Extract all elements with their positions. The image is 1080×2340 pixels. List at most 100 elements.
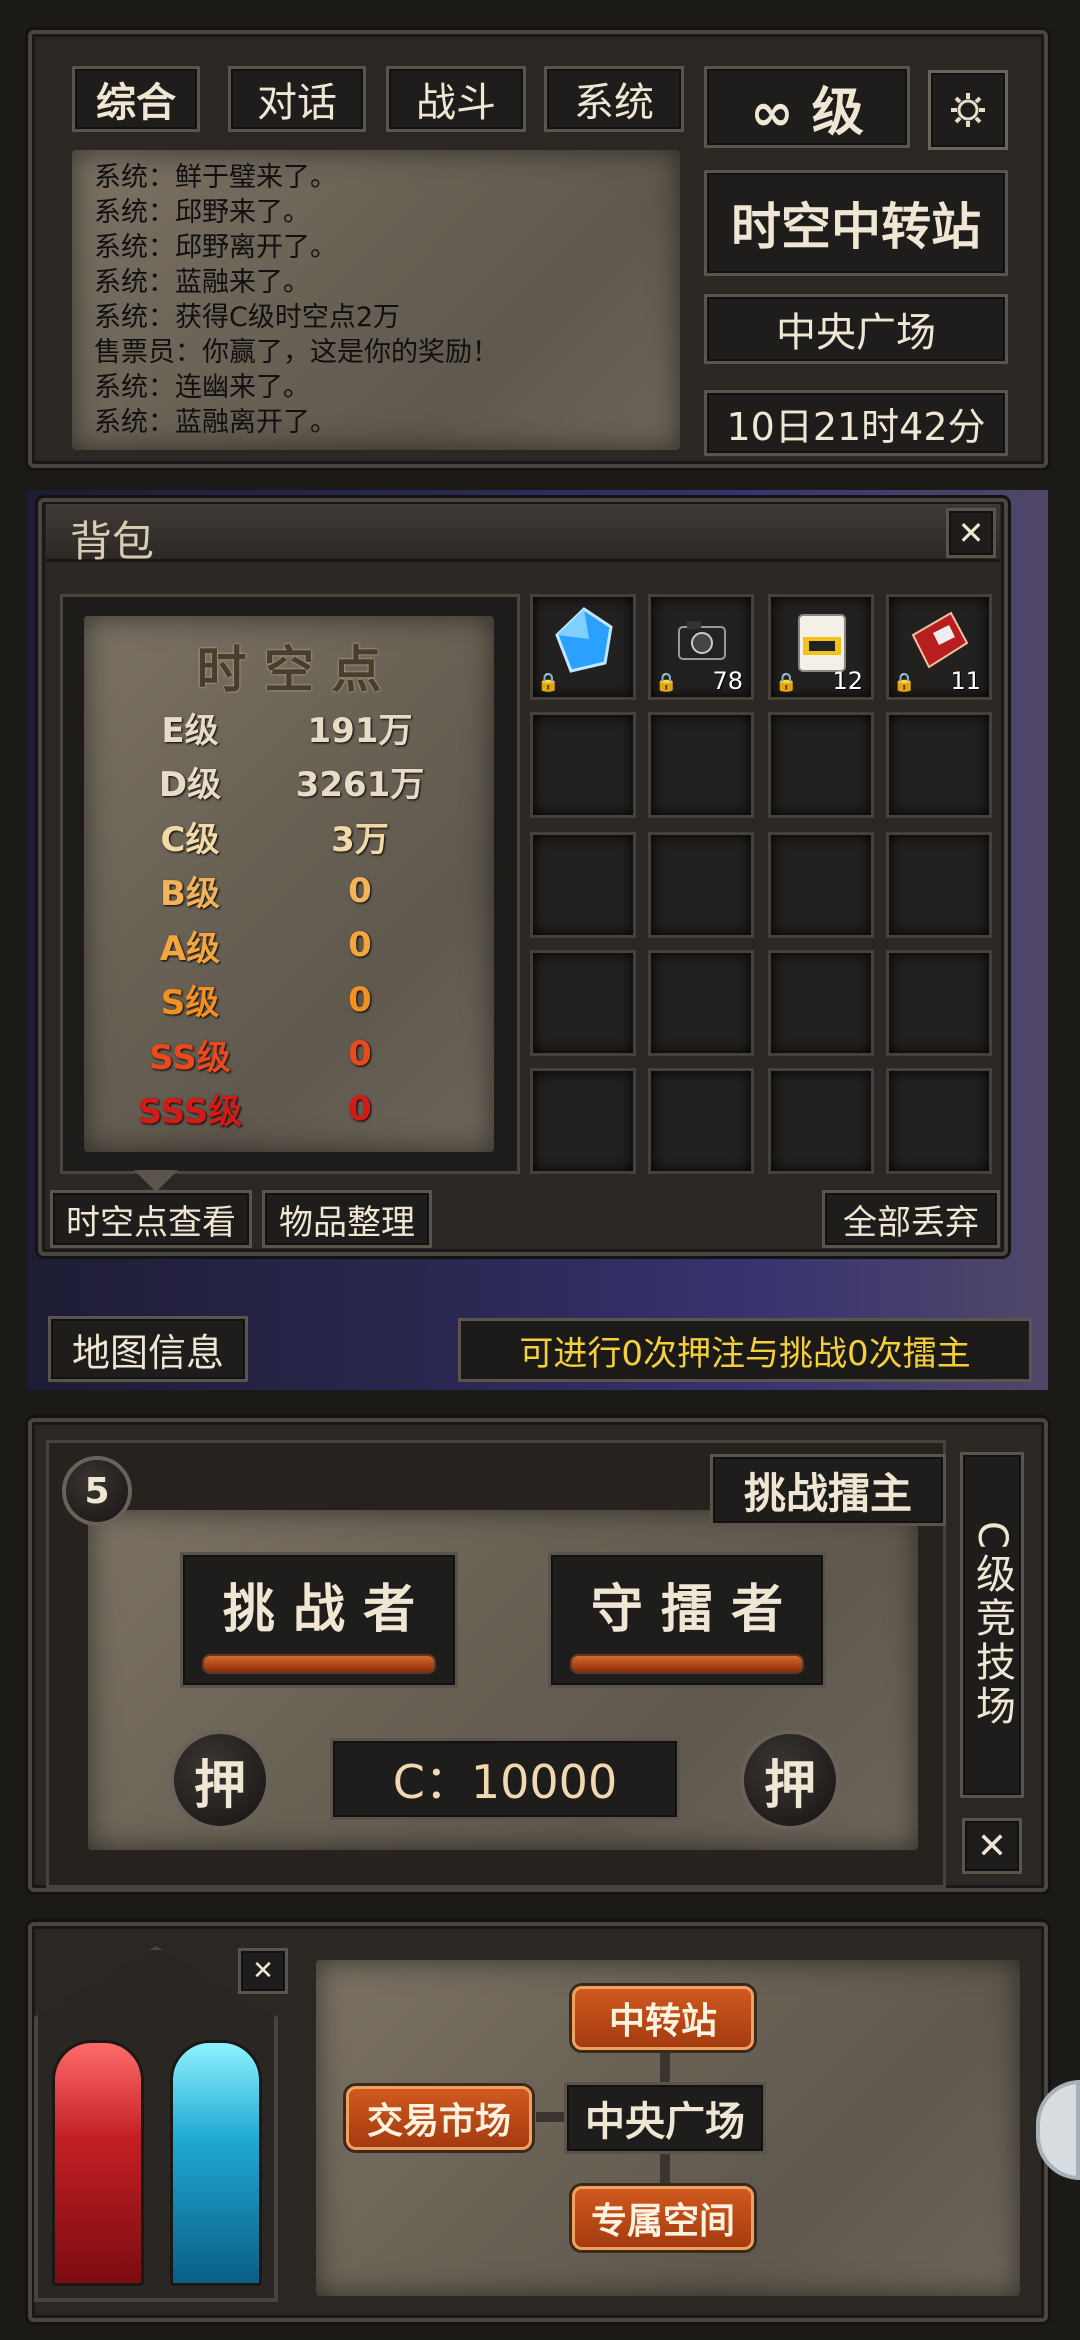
discard-all-button[interactable]: 全部丢弃 — [822, 1190, 1000, 1248]
blue-crystal-icon — [549, 605, 619, 679]
points-grade: S级 — [160, 983, 220, 1024]
points-row: D级 3261万 — [110, 755, 470, 810]
points-row: C级 3万 — [110, 809, 470, 864]
points-value: 191万 — [307, 710, 413, 751]
inventory-slot[interactable] — [530, 950, 636, 1056]
chat-line: 售票员：你赢了，这是你的奖励！ — [94, 337, 499, 368]
arena-notice: 可进行0次押注与挑战0次擂主 — [458, 1318, 1032, 1382]
chat-line: 系统：鲜于璧来了。 — [94, 162, 337, 193]
close-icon: ✕ — [976, 1825, 1008, 1867]
item-quantity: 78 — [712, 667, 743, 695]
central-plaza-button[interactable]: 中央广场 — [564, 2082, 766, 2154]
inventory-slot[interactable]: 🔒 78 — [648, 594, 754, 700]
points-row: SSS级 0 — [110, 1082, 470, 1137]
chevron-down-icon — [134, 1170, 178, 1192]
lock-icon: 🔒 — [655, 672, 678, 693]
defender-label: 守 擂 者 — [590, 1579, 784, 1640]
tab-system[interactable]: 系统 — [544, 66, 684, 132]
trade-market-button[interactable]: 交易市场 — [346, 2086, 532, 2150]
area-name: 中央广场 — [704, 294, 1008, 364]
points-value: 0 — [348, 870, 372, 911]
points-grade: SSS级 — [137, 1092, 243, 1133]
inventory-slot[interactable] — [648, 712, 754, 818]
game-time: 10日21时42分 — [704, 390, 1008, 456]
close-icon: ✕ — [957, 514, 985, 552]
inventory-slot[interactable] — [768, 832, 874, 938]
lock-icon: 🔒 — [893, 672, 916, 693]
chat-line: 系统：蓝融来了。 — [94, 267, 310, 298]
inventory-slot[interactable] — [886, 712, 992, 818]
lock-icon: 🔒 — [775, 672, 798, 693]
sort-items-button[interactable]: 物品整理 — [262, 1190, 432, 1248]
inventory-slot[interactable] — [530, 1068, 636, 1174]
inventory-slot[interactable] — [768, 712, 874, 818]
bag-header — [46, 504, 1000, 562]
inventory-slot[interactable] — [768, 1068, 874, 1174]
view-points-button[interactable]: 时空点查看 — [50, 1190, 252, 1248]
inventory-slot[interactable] — [886, 832, 992, 938]
inventory-slot[interactable] — [886, 950, 992, 1056]
challenger-bar — [202, 1653, 436, 1674]
points-grade: A级 — [159, 928, 221, 969]
inventory-slot[interactable] — [768, 950, 874, 1056]
nav-connector-h — [536, 2112, 566, 2122]
tab-battle[interactable]: 战斗 — [386, 66, 526, 132]
points-row: S级 0 — [110, 973, 470, 1028]
chat-line: 系统：蓝融离开了。 — [94, 407, 337, 438]
hp-gauge — [52, 2040, 144, 2286]
bag-close-button[interactable]: ✕ — [946, 508, 996, 558]
inventory-slot[interactable]: 🔒 — [530, 594, 636, 700]
challenger-slot[interactable]: 挑 战 者 — [180, 1552, 458, 1688]
chat-line: 系统：邱野离开了。 — [94, 232, 337, 263]
lock-icon: 🔒 — [537, 672, 560, 693]
inventory-slot[interactable] — [886, 1068, 992, 1174]
points-value: 0 — [348, 1088, 372, 1129]
inventory-slot[interactable] — [648, 950, 754, 1056]
defender-slot[interactable]: 守 擂 者 — [548, 1552, 826, 1688]
points-value: 3261万 — [295, 765, 425, 806]
private-space-button[interactable]: 专属空间 — [572, 2186, 754, 2250]
tab-all[interactable]: 综合 — [72, 66, 200, 132]
level-display: ∞ 级 — [704, 66, 910, 148]
gauge-close-button[interactable]: ✕ — [238, 1948, 288, 1994]
chat-log[interactable]: 系统：鲜于璧来了。 系统：邱野来了。 系统：邱野离开了。 系统：蓝融来了。 系统… — [72, 150, 680, 450]
round-badge: 5 — [62, 1456, 132, 1526]
chat-line: 系统：连幽来了。 — [94, 372, 310, 403]
close-icon: ✕ — [252, 1956, 274, 1986]
points-value: 0 — [348, 979, 372, 1020]
points-title: 时 空 点 — [196, 641, 382, 699]
inventory-slot[interactable]: 🔒 11 — [886, 594, 992, 700]
bet-challenger-button[interactable]: 押 — [170, 1730, 270, 1830]
inventory-slot[interactable] — [648, 832, 754, 938]
challenger-label: 挑 战 者 — [222, 1579, 416, 1640]
points-grade: C级 — [160, 819, 220, 860]
transfer-station-button[interactable]: 中转站 — [572, 1986, 754, 2050]
tab-dialog[interactable]: 对话 — [228, 66, 366, 132]
mp-gauge — [170, 2040, 262, 2286]
bet-amount: C：10000 — [330, 1738, 680, 1820]
chat-line: 系统：获得C级时空点2万 — [94, 302, 401, 333]
points-grade: B级 — [160, 874, 220, 915]
points-value: 0 — [348, 1034, 372, 1075]
bag-title: 背包 — [70, 517, 155, 566]
inventory-slot[interactable] — [530, 712, 636, 818]
points-grade: E级 — [161, 710, 219, 751]
map-info-button[interactable]: 地图信息 — [48, 1316, 248, 1382]
points-grade: SS级 — [149, 1037, 231, 1078]
bet-defender-button[interactable]: 押 — [740, 1730, 840, 1830]
challenge-champion-button[interactable]: 挑战擂主 — [710, 1454, 946, 1526]
gear-icon — [951, 93, 985, 127]
points-row: A级 0 — [110, 918, 470, 973]
chat-line: 系统：邱野来了。 — [94, 197, 310, 228]
inventory-slot[interactable]: 🔒 12 — [768, 594, 874, 700]
arena-close-button[interactable]: ✕ — [962, 1818, 1022, 1874]
inventory-slot[interactable] — [648, 1068, 754, 1174]
defender-bar — [570, 1653, 804, 1674]
item-grid: 🔒 🔒 78 🔒 12 🔒 11 — [530, 594, 1000, 1174]
item-quantity: 11 — [950, 667, 981, 695]
item-quantity: 12 — [832, 667, 863, 695]
settings-button[interactable] — [928, 70, 1008, 150]
points-list: E级 191万 D级 3261万 C级 3万 B级 0 A级 0 S级 0 SS级 0 SSS级 0 — [110, 700, 470, 1136]
arena-title: C级竞技场 — [960, 1452, 1024, 1798]
inventory-slot[interactable] — [530, 832, 636, 938]
